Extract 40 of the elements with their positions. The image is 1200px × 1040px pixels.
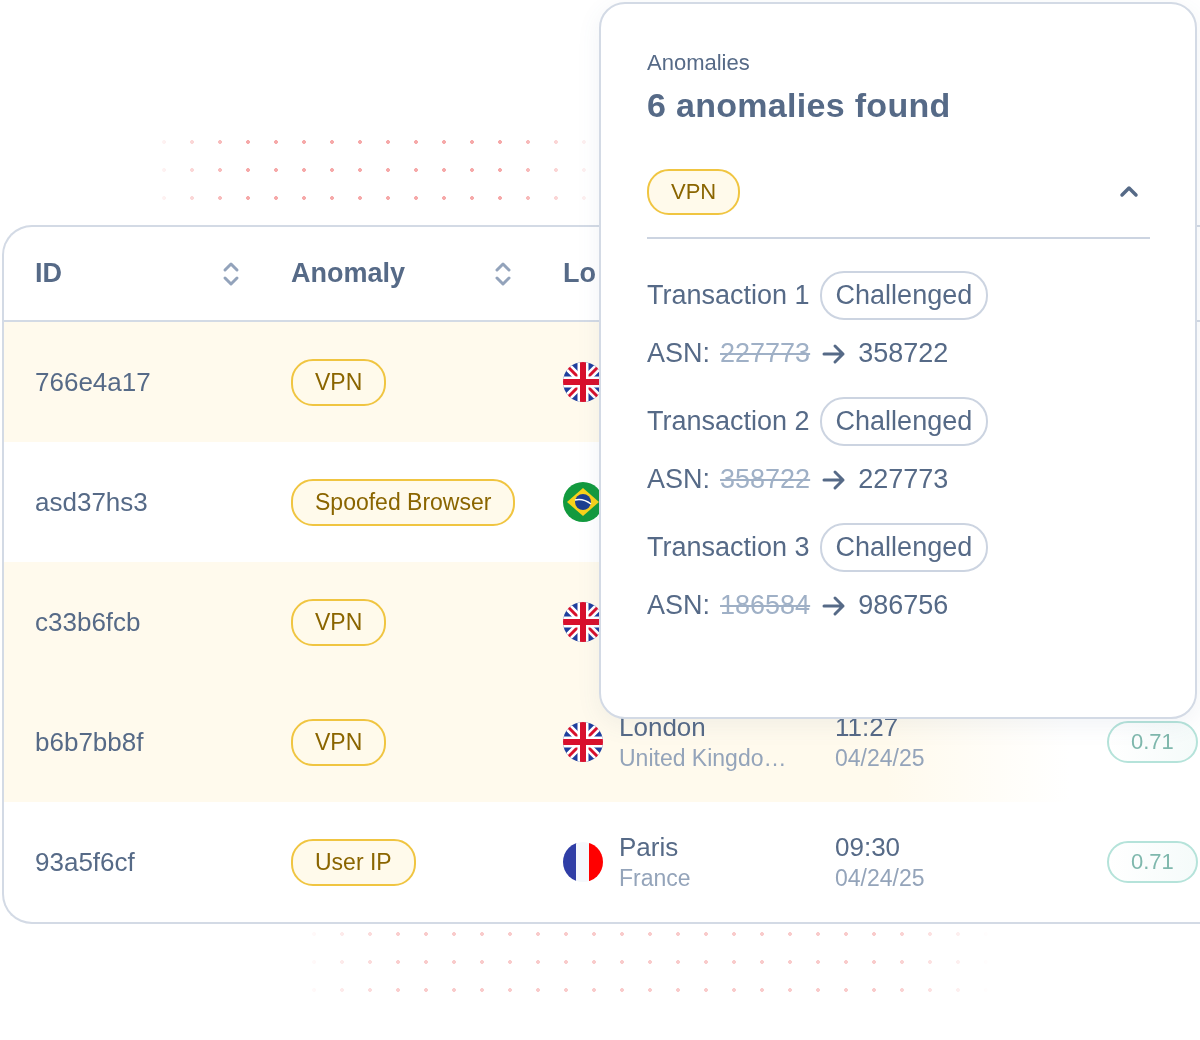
old-asn: 227773 bbox=[720, 338, 811, 369]
country-text: United Kingdo… bbox=[619, 744, 787, 773]
id-text: 93a5f6cf bbox=[35, 846, 135, 878]
country-text: France bbox=[619, 864, 691, 893]
column-header: Lo bbox=[563, 258, 596, 289]
asn-label: ASN: bbox=[647, 464, 711, 495]
transaction-label: Transaction 1 bbox=[647, 280, 810, 311]
city-text: Paris bbox=[619, 831, 680, 863]
anomaly-tag: VPN bbox=[647, 169, 741, 215]
time-text: 09:30 bbox=[835, 831, 902, 863]
anomaly-tag: VPN bbox=[291, 598, 387, 646]
id-text: 766e4a17 bbox=[35, 366, 151, 398]
column-header: Anomaly bbox=[291, 258, 406, 289]
asn-label: ASN: bbox=[647, 338, 711, 369]
new-asn: 358722 bbox=[858, 338, 949, 369]
column-header: ID bbox=[35, 258, 62, 289]
anomaly-tag: VPN bbox=[291, 718, 387, 766]
date-text: 04/24/25 bbox=[835, 864, 925, 893]
status-badge: Challenged bbox=[819, 397, 989, 446]
anomaly-tag: User IP bbox=[291, 838, 416, 886]
score-badge: 0.71 bbox=[1107, 721, 1198, 763]
transaction-label: Transaction 2 bbox=[647, 406, 810, 437]
status-badge: Challenged bbox=[819, 271, 989, 320]
city-text: London bbox=[619, 711, 707, 743]
status-badge: Challenged bbox=[819, 523, 989, 572]
id-text: asd37hs3 bbox=[35, 486, 148, 518]
old-asn: 186584 bbox=[720, 590, 811, 621]
old-asn: 358722 bbox=[720, 464, 811, 495]
new-asn: 986756 bbox=[858, 590, 949, 621]
anomaly-tag: Spoofed Browser bbox=[291, 478, 516, 526]
date-text: 04/24/25 bbox=[835, 744, 925, 773]
asn-label: ASN: bbox=[647, 590, 711, 621]
popover-title: 6 anomalies found bbox=[647, 86, 952, 125]
score-badge: 0.71 bbox=[1107, 841, 1198, 883]
id-text: c33b6fcb bbox=[35, 606, 141, 638]
transaction-label: Transaction 3 bbox=[647, 532, 810, 563]
new-asn: 227773 bbox=[858, 464, 949, 495]
popover-subtitle: Anomalies bbox=[647, 50, 751, 76]
id-text: b6b7bb8f bbox=[35, 726, 144, 758]
anomaly-tag: VPN bbox=[291, 358, 387, 406]
